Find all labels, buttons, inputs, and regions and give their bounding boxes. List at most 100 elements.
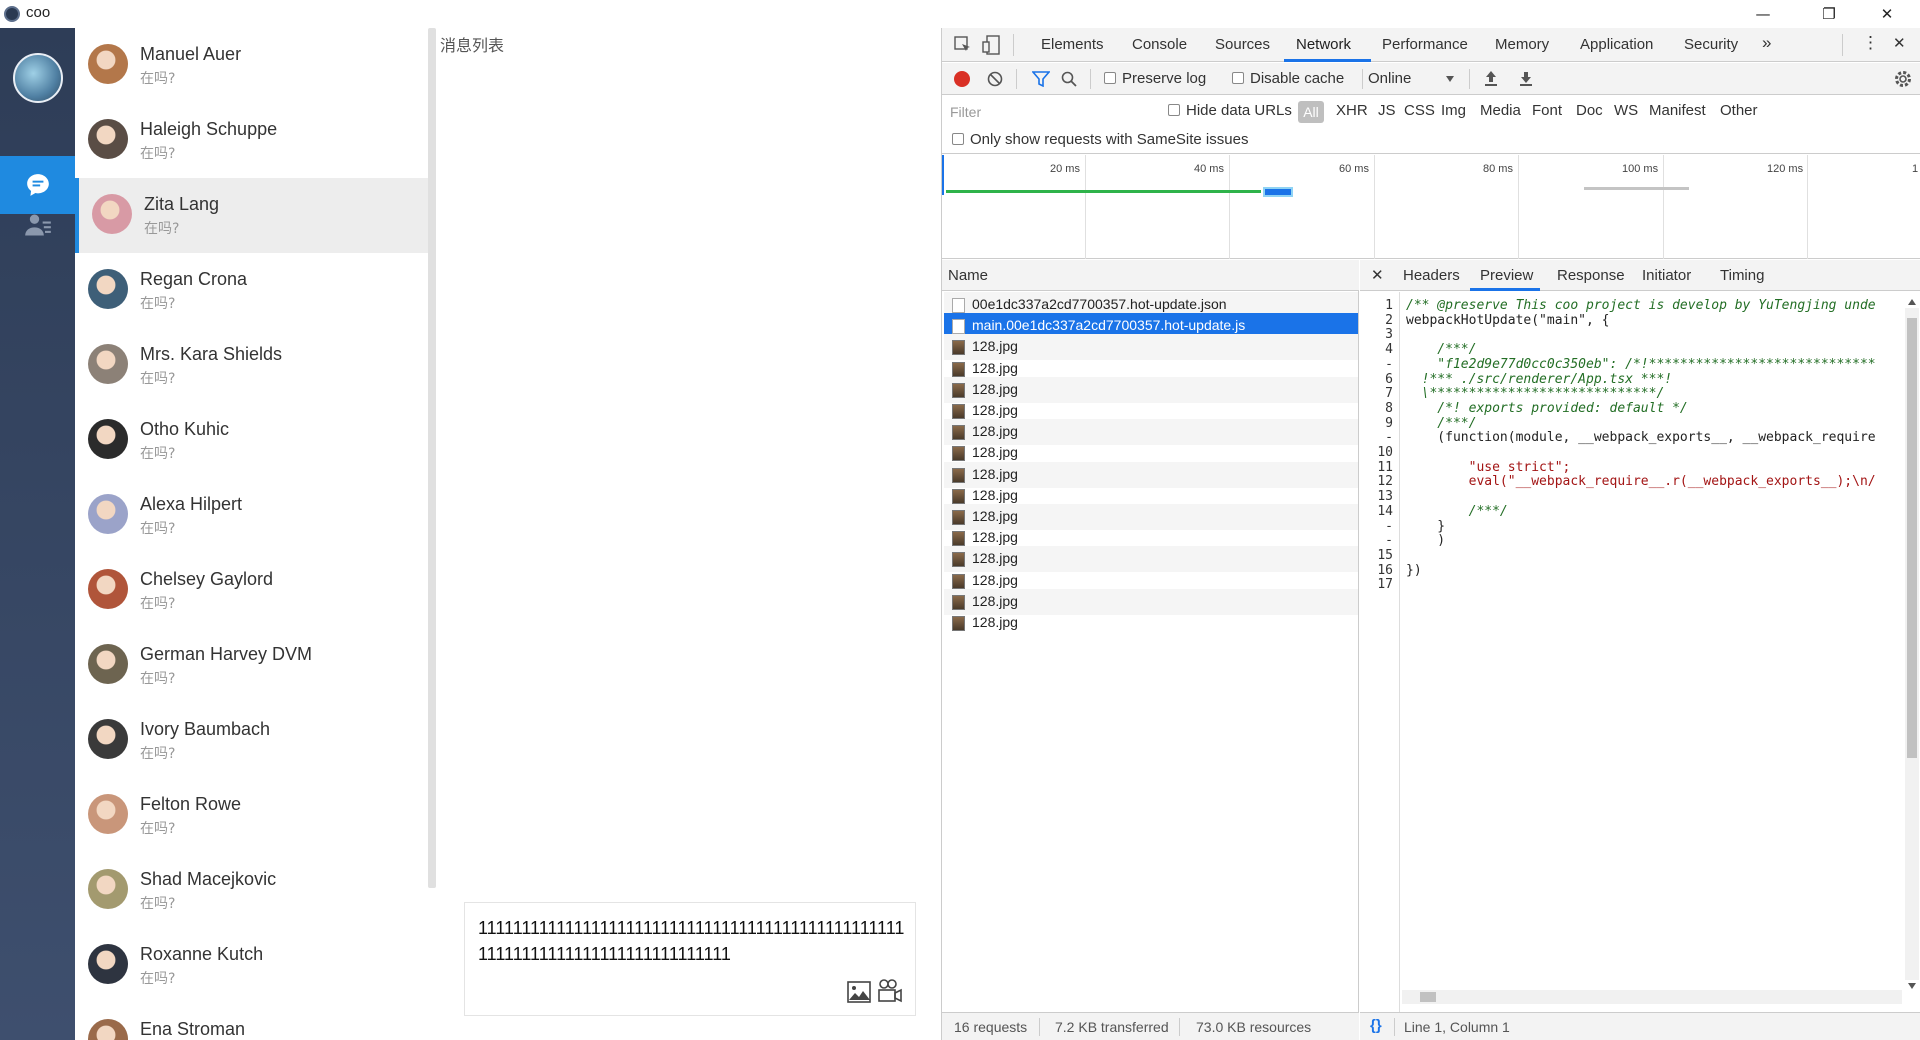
scroll-up-icon[interactable] — [1907, 298, 1917, 306]
close-window-button[interactable]: ✕ — [1864, 0, 1910, 28]
filter-type-all[interactable]: All — [1298, 101, 1324, 123]
devtools-close-button[interactable]: ✕ — [1893, 34, 1906, 52]
filter-type-js[interactable]: JS — [1378, 102, 1396, 119]
restore-button[interactable]: ❐ — [1806, 0, 1852, 28]
inspect-element-icon[interactable] — [954, 36, 972, 54]
checkbox-box[interactable] — [1168, 104, 1180, 116]
tab-elements[interactable]: Elements — [1041, 36, 1104, 53]
tab-timing[interactable]: Timing — [1720, 267, 1764, 284]
scroll-down-icon[interactable] — [1907, 982, 1917, 990]
throttle-select[interactable]: Online — [1368, 70, 1411, 87]
export-har-icon[interactable] — [1519, 70, 1533, 86]
preview-hscroll-thumb[interactable] — [1420, 992, 1436, 1002]
checkbox-box[interactable] — [1232, 72, 1244, 84]
timeline-bar-gray — [1584, 187, 1689, 190]
status-divider — [1394, 1018, 1395, 1036]
checkbox-box[interactable] — [1104, 72, 1116, 84]
message-input-box[interactable]: 1111111111111111111111111111111111111111… — [464, 902, 916, 1016]
cursor-position: Line 1, Column 1 — [1404, 1019, 1510, 1035]
user-avatar[interactable] — [13, 53, 63, 103]
tab-performance[interactable]: Performance — [1382, 36, 1468, 53]
clear-icon[interactable] — [987, 71, 1003, 87]
filter-type-other[interactable]: Other — [1720, 102, 1758, 119]
filter-type-css[interactable]: CSS — [1404, 102, 1435, 119]
contact-item[interactable]: Haleigh Schuppe 在吗? — [75, 103, 430, 178]
contact-item[interactable]: Ivory Baumbach 在吗? — [75, 703, 430, 778]
tab-console[interactable]: Console — [1132, 36, 1187, 53]
code-line: (function(module, __webpack_exports__, _… — [1406, 430, 1876, 446]
network-timeline[interactable]: 20 ms 40 ms 60 ms 80 ms 100 ms 120 ms 1 — [942, 155, 1920, 259]
request-name: 128.jpg — [972, 338, 1018, 355]
tab-initiator[interactable]: Initiator — [1642, 267, 1691, 284]
devtools-menu-button[interactable]: ⋮ — [1862, 33, 1879, 53]
request-name: 00e1dc337a2cd7700357.hot-update.json — [972, 296, 1227, 312]
contact-item[interactable]: Felton Rowe 在吗? — [75, 778, 430, 853]
pretty-print-button[interactable]: {} — [1370, 1017, 1382, 1034]
name-column-header[interactable]: Name — [948, 267, 988, 284]
filter-type-img[interactable]: Img — [1441, 102, 1466, 119]
timeline-tick: 1 — [1912, 163, 1919, 175]
preserve-log-checkbox[interactable]: Preserve log — [1104, 70, 1206, 87]
line-number: 11 — [1377, 459, 1393, 475]
line-number-gutter: 1 2 3 4-6 7 8 9-10 11 12 13 14- -15 16 17 — [1360, 292, 1400, 1012]
image-icon[interactable] — [847, 981, 871, 1003]
detail-close-button[interactable]: ✕ — [1371, 266, 1384, 284]
contact-item[interactable]: Alexa Hilpert 在吗? — [75, 478, 430, 553]
detail-tab-bar: ✕ Headers Preview Response Initiator Tim… — [1360, 260, 1920, 291]
video-icon[interactable] — [877, 979, 903, 1003]
tab-memory[interactable]: Memory — [1495, 36, 1549, 53]
filter-type-xhr[interactable]: XHR — [1336, 102, 1368, 119]
filter-type-font[interactable]: Font — [1532, 102, 1562, 119]
contact-list-scrollbar[interactable] — [428, 28, 436, 888]
device-toolbar-icon[interactable] — [982, 35, 1000, 55]
hide-data-urls-checkbox[interactable]: Hide data URLs — [1168, 102, 1292, 119]
tab-security[interactable]: Security — [1684, 36, 1738, 53]
tab-headers[interactable]: Headers — [1403, 267, 1460, 284]
tab-response[interactable]: Response — [1557, 267, 1625, 284]
contact-item[interactable]: Chelsey Gaylord 在吗? — [75, 553, 430, 628]
tab-preview[interactable]: Preview — [1480, 267, 1533, 284]
preview-scroll-thumb[interactable] — [1907, 318, 1917, 758]
filter-icon[interactable] — [1032, 71, 1050, 87]
filter-type-ws[interactable]: WS — [1614, 102, 1638, 119]
contact-item[interactable]: Mrs. Kara Shields 在吗? — [75, 328, 430, 403]
contact-item[interactable]: Roxanne Kutch 在吗? — [75, 928, 430, 1003]
contact-name: Felton Rowe — [140, 794, 242, 814]
code-line: /** @preserve This coo project is develo… — [1406, 298, 1876, 313]
record-button[interactable] — [954, 71, 970, 87]
chevron-down-icon[interactable] — [1445, 75, 1455, 83]
filter-type-doc[interactable]: Doc — [1576, 102, 1603, 119]
samesite-checkbox[interactable]: Only show requests with SameSite issues — [952, 131, 1248, 148]
line-number: - — [1385, 533, 1393, 549]
line-number: 4 — [1385, 342, 1393, 358]
contact-avatar — [88, 1019, 128, 1040]
gear-icon[interactable] — [1893, 69, 1913, 89]
preview-horizontal-scrollbar[interactable] — [1402, 990, 1902, 1004]
checkbox-box[interactable] — [952, 133, 964, 145]
contact-item[interactable]: Manuel Auer 在吗? — [75, 28, 430, 103]
message-input[interactable]: 1111111111111111111111111111111111111111… — [478, 915, 908, 967]
contact-item[interactable]: Ena Stroman在吗? — [75, 1003, 430, 1040]
contact-item[interactable]: German Harvey DVM 在吗? — [75, 628, 430, 703]
filter-type-manifest[interactable]: Manifest — [1649, 102, 1706, 119]
contact-item[interactable]: Shad Macejkovic 在吗? — [75, 853, 430, 928]
tab-sources[interactable]: Sources — [1215, 36, 1270, 53]
request-row[interactable]: 128.jpg — [944, 610, 1358, 636]
contact-name: German Harvey DVM — [140, 644, 313, 664]
import-har-icon[interactable] — [1484, 70, 1498, 86]
disable-cache-checkbox[interactable]: Disable cache — [1232, 70, 1344, 87]
timeline-gridline — [1518, 155, 1519, 259]
tab-application[interactable]: Application — [1580, 36, 1653, 53]
contact-item[interactable]: Regan Crona 在吗? — [75, 253, 430, 328]
search-icon[interactable] — [1061, 71, 1077, 87]
minimize-button[interactable]: — — [1740, 0, 1786, 28]
contact-item[interactable]: Zita Lang 在吗? — [75, 178, 430, 253]
contact-last-message: 在吗? — [140, 521, 176, 537]
filter-type-media[interactable]: Media — [1480, 102, 1521, 119]
contact-name: Zita Lang — [144, 194, 220, 214]
more-tabs-button[interactable]: » — [1762, 33, 1771, 53]
contact-item[interactable]: Otho Kuhic 在吗? — [75, 403, 430, 478]
filter-input[interactable]: Filter — [946, 100, 1146, 124]
nav-contacts-button[interactable] — [0, 196, 75, 254]
tab-network[interactable]: Network — [1296, 36, 1351, 53]
